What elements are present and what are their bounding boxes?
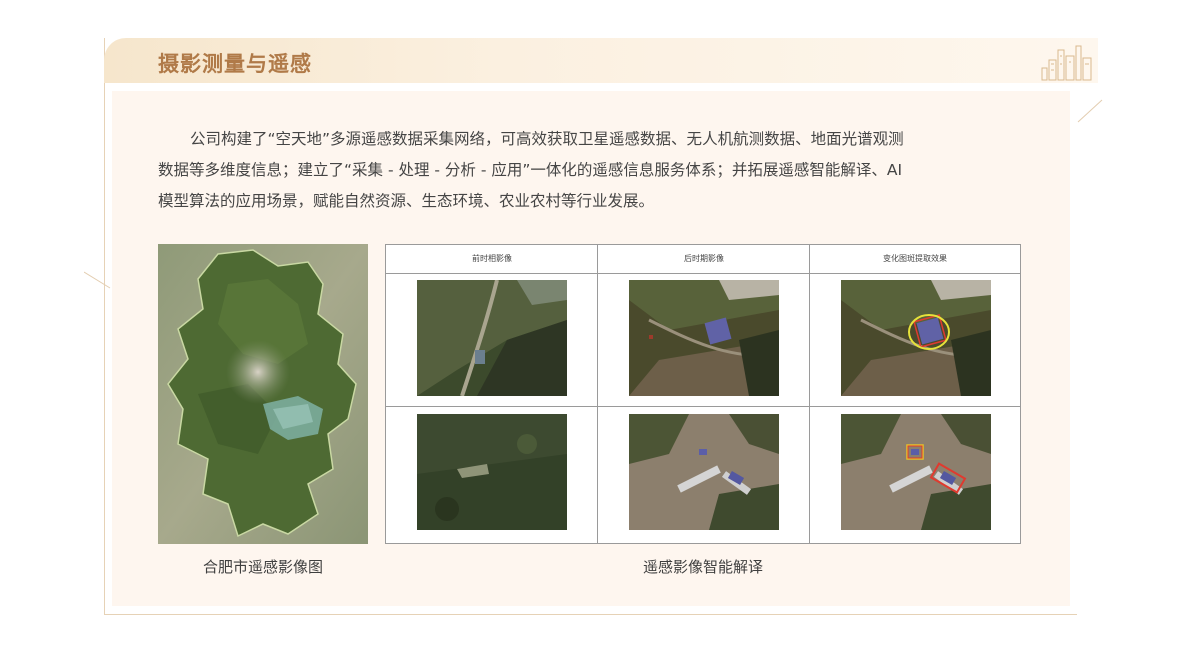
before-image-2 — [417, 414, 567, 530]
building-skyline-icon — [1041, 45, 1092, 81]
corner-decoration-right — [1077, 99, 1103, 123]
corner-decoration-left — [84, 271, 111, 289]
section-title: 摄影测量与遥感 — [158, 52, 312, 76]
before-image-1 — [417, 280, 567, 396]
hefei-satellite-map — [158, 244, 368, 544]
interpretation-grid: 前时相影像 后时期影像 变化图斑提取效果 — [385, 244, 1021, 544]
map-caption: 合肥市遥感影像图 — [202, 558, 323, 576]
grid-divider — [386, 273, 1020, 274]
after-image-1 — [629, 280, 779, 396]
grid-divider — [597, 245, 598, 543]
intro-line: 模型算法的应用场景，赋能自然资源、生态环境、农业农村等行业发展。 — [158, 192, 655, 210]
change-image-2 — [841, 414, 991, 530]
section-header: 摄影测量与遥感 — [104, 38, 1098, 83]
column-header-after: 后时期影像 — [684, 254, 724, 263]
change-image-1 — [841, 280, 991, 396]
intro-line: 数据等多维度信息；建立了“采集 - 处理 - 分析 - 应用”一体化的遥感信息服… — [158, 161, 903, 179]
column-header-before: 前时相影像 — [472, 254, 512, 263]
intro-paragraph: 公司构建了“空天地”多源遥感数据采集网络，可高效获取卫星遥感数据、无人机航测数据… — [158, 124, 1028, 217]
intro-line: 公司构建了“空天地”多源遥感数据采集网络，可高效获取卫星遥感数据、无人机航测数据… — [190, 130, 904, 148]
after-image-2 — [629, 414, 779, 530]
grid-caption: 遥感影像智能解译 — [642, 558, 763, 576]
grid-divider — [809, 245, 810, 543]
column-header-change: 变化图斑提取效果 — [883, 254, 947, 263]
grid-divider — [386, 406, 1020, 407]
